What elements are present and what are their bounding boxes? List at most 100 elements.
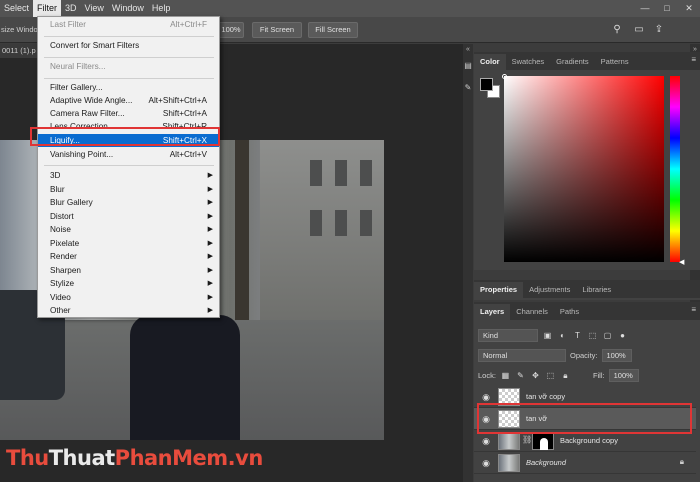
lock-position-icon[interactable]: ✥: [530, 370, 541, 381]
menu-item-stylize[interactable]: Stylize ▶: [38, 277, 219, 290]
tab-properties[interactable]: Properties: [474, 282, 524, 298]
blend-mode-select[interactable]: Normal: [478, 348, 566, 362]
blend-row: Normal Opacity: 100%: [478, 348, 632, 362]
type-filter-icon[interactable]: T: [572, 330, 583, 341]
menu-item-other[interactable]: Other ▶: [38, 304, 219, 317]
menu-item-camera-raw[interactable]: Camera Raw Filter... Shift+Ctrl+A: [38, 107, 219, 120]
tab-patterns[interactable]: Patterns: [595, 54, 635, 70]
history-icon[interactable]: ▤: [463, 61, 473, 75]
menu-item-vanishing-point[interactable]: Vanishing Point... Alt+Ctrl+V: [38, 148, 219, 161]
menu-3d[interactable]: 3D: [61, 0, 81, 17]
maximize-button[interactable]: □: [656, 0, 678, 17]
submenu-arrow-icon: ▶: [207, 239, 213, 247]
submenu-arrow-icon: ▶: [207, 226, 213, 233]
mask-link-icon[interactable]: ⛓: [522, 435, 532, 444]
menu-separator: [44, 57, 214, 58]
menu-item-blur[interactable]: Blur ▶: [38, 183, 219, 196]
shape-filter-icon[interactable]: ⬚: [587, 330, 598, 341]
submenu-arrow-icon: ▶: [207, 307, 213, 314]
zoom-100-button[interactable]: 100%: [218, 22, 244, 38]
smart-object-filter-icon[interactable]: ▢: [602, 330, 613, 341]
lock-pixels-icon[interactable]: ✎: [515, 370, 526, 381]
menu-filter[interactable]: Filter: [33, 0, 62, 17]
annotation-highlight-layer: [477, 403, 692, 434]
building-window: [360, 160, 372, 186]
menu-item-filter-gallery[interactable]: Filter Gallery...: [38, 81, 219, 94]
menu-item-blur-gallery[interactable]: Blur Gallery ▶: [38, 196, 219, 209]
menu-item-render[interactable]: Render ▶: [38, 250, 219, 263]
panel-menu-icon[interactable]: ≡: [691, 55, 696, 64]
hue-slider[interactable]: [670, 76, 680, 262]
menu-item-video[interactable]: Video ▶: [38, 291, 219, 304]
filter-toggle-icon[interactable]: ●: [617, 330, 628, 341]
layer-row-background[interactable]: ◉ Background 🔒︎: [474, 452, 696, 474]
menu-item-distort[interactable]: Distort ▶: [38, 210, 219, 223]
visibility-eye-icon[interactable]: ◉: [480, 391, 492, 403]
building-window: [310, 210, 322, 236]
menu-help[interactable]: Help: [148, 0, 175, 17]
tab-libraries[interactable]: Libraries: [576, 282, 617, 298]
menu-window[interactable]: Window: [108, 0, 148, 17]
visibility-eye-icon[interactable]: ◉: [480, 457, 492, 469]
menu-item-sharpen[interactable]: Sharpen ▶: [38, 264, 219, 277]
tab-layers[interactable]: Layers: [474, 304, 511, 320]
search-icon[interactable]: ⚲: [610, 23, 624, 37]
document-tab[interactable]: 0011 (1).p: [0, 44, 40, 58]
submenu-arrow-icon: ▶: [207, 212, 213, 220]
menu-item-noise[interactable]: Noise ▶: [38, 223, 219, 236]
brush-settings-icon[interactable]: ✎: [463, 83, 473, 97]
foreground-color-swatch[interactable]: [480, 78, 493, 91]
tab-gradients[interactable]: Gradients: [550, 54, 595, 70]
tab-color[interactable]: Color: [474, 54, 506, 70]
opacity-input[interactable]: 100%: [601, 348, 632, 362]
color-picker-marker[interactable]: [502, 74, 507, 79]
lock-transparency-icon[interactable]: ▦: [500, 370, 511, 381]
lock-artboard-icon[interactable]: ⬚: [545, 370, 556, 381]
share-icon[interactable]: ⇪: [652, 23, 666, 37]
tree-trunk: [235, 140, 249, 320]
fit-screen-button[interactable]: Fit Screen: [252, 22, 302, 38]
watermark-logo: ThuThuatPhanMem.vn: [6, 446, 263, 470]
layers-menu-icon[interactable]: ≡: [691, 305, 696, 314]
color-picker-field[interactable]: [504, 76, 664, 262]
menu-select[interactable]: Select: [0, 0, 33, 17]
lock-all-icon[interactable]: 🔒︎: [560, 370, 571, 381]
menu-item-3d[interactable]: 3D ▶: [38, 169, 219, 182]
layer-thumbnail: [498, 454, 520, 472]
color-panel-tabs: Color Swatches Gradients Patterns: [474, 52, 700, 70]
workspace-icon[interactable]: ▭: [632, 23, 646, 37]
properties-panel-tabs: Properties Adjustments Libraries: [474, 280, 700, 298]
menu-bar: Select Filter 3D View Window Help: [0, 0, 700, 17]
menu-item-adaptive-wide-angle[interactable]: Adaptive Wide Angle... Alt+Shift+Ctrl+A: [38, 94, 219, 107]
visibility-eye-icon[interactable]: ◉: [480, 435, 492, 447]
close-button[interactable]: ✕: [678, 0, 700, 17]
adjustment-filter-icon[interactable]: ◐: [557, 330, 568, 341]
menu-separator: [44, 78, 214, 79]
lock-label: Lock:: [478, 370, 496, 380]
menu-item-last-filter: Last Filter Alt+Ctrl+F: [50, 20, 207, 29]
building-window: [360, 210, 372, 236]
menu-item-convert-smart-filters[interactable]: Convert for Smart Filters: [38, 39, 219, 52]
color-panel: Color Swatches Gradients Patterns ≡ ◀: [474, 52, 700, 270]
layer-lock-icon[interactable]: 🔒︎: [680, 457, 684, 467]
building-window: [335, 160, 347, 186]
collapse-arrow-icon[interactable]: «: [463, 46, 473, 53]
window-controls: — □ ✕: [634, 0, 700, 17]
layer-name: Background copy: [560, 436, 618, 445]
tab-channels[interactable]: Channels: [510, 304, 554, 320]
kind-filter-select[interactable]: Kind: [478, 328, 538, 342]
tab-adjustments[interactable]: Adjustments: [523, 282, 576, 298]
fill-screen-button[interactable]: Fill Screen: [308, 22, 358, 38]
tab-paths[interactable]: Paths: [554, 304, 585, 320]
hue-slider-marker-icon[interactable]: ◀: [679, 258, 684, 266]
layer-filter-row: Kind ▣ ◐ T ⬚ ▢ ●: [478, 328, 628, 342]
menu-item-pixelate[interactable]: Pixelate ▶: [38, 237, 219, 250]
fill-input[interactable]: 100%: [608, 368, 639, 382]
opacity-label: Opacity:: [570, 350, 598, 360]
tab-swatches[interactable]: Swatches: [506, 54, 551, 70]
menu-view[interactable]: View: [81, 0, 108, 17]
layers-panel: Layers Channels Paths ≡ Kind ▣ ◐ T ⬚ ▢ ●…: [474, 302, 700, 482]
minimize-button[interactable]: —: [634, 0, 656, 17]
layer-mask-thumbnail[interactable]: [532, 432, 554, 450]
pixel-filter-icon[interactable]: ▣: [542, 330, 553, 341]
